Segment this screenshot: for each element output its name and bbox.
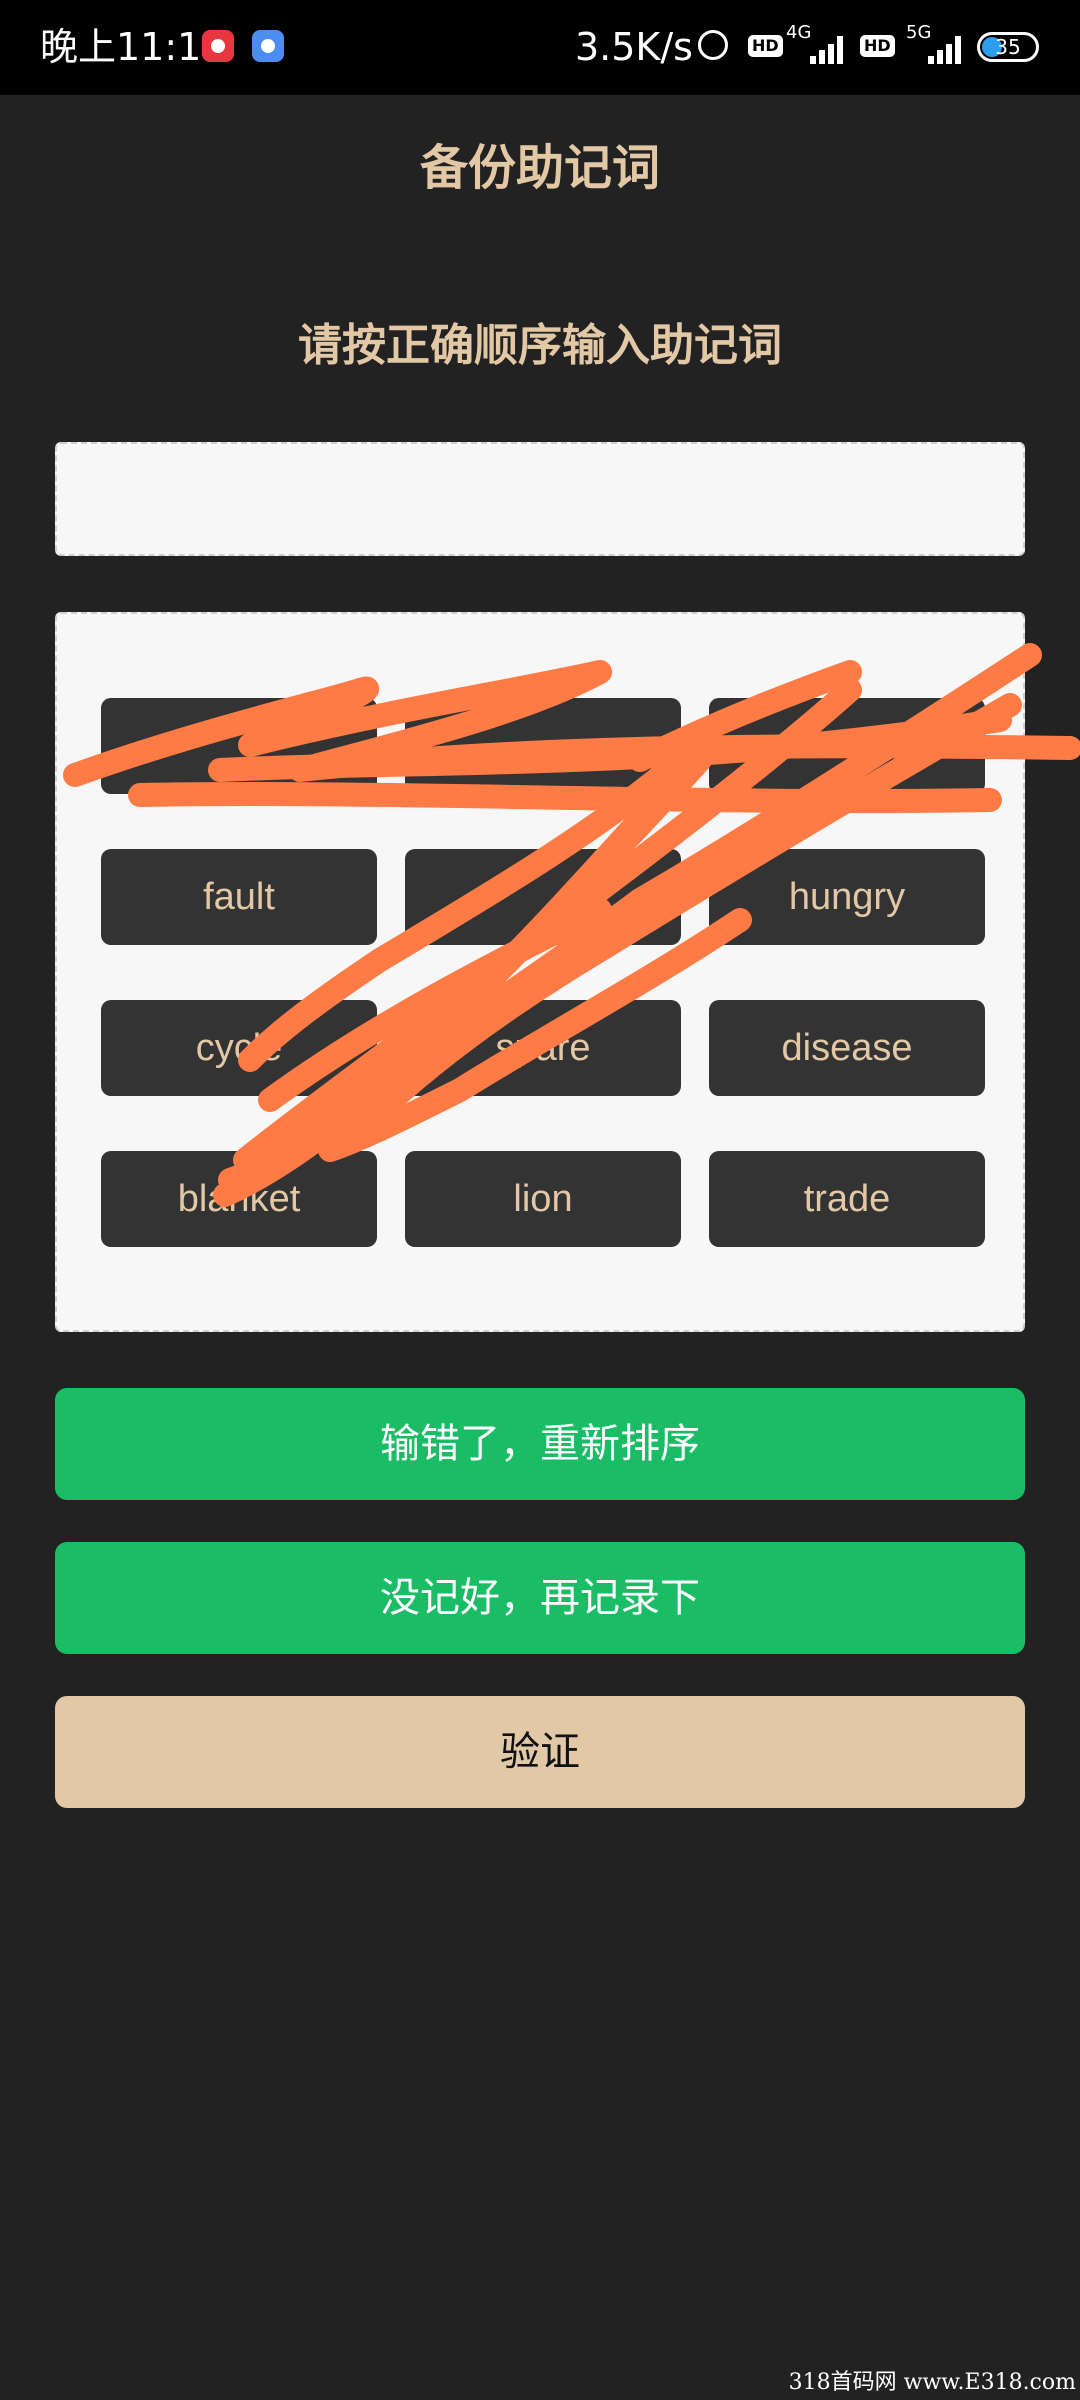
watermark-text: 318首码网 www.E318.com — [788, 2370, 1076, 2395]
battery-level: 35 — [995, 35, 1021, 59]
page-title: 备份助记词 — [419, 140, 660, 196]
word-selection-panel: fault hungry cycle spare disease blanket… — [55, 612, 1025, 1332]
word-chip-12[interactable]: trade — [709, 1151, 985, 1247]
word-chip-8[interactable]: spare — [405, 1000, 681, 1096]
status-time: 晚上11:17 — [40, 25, 226, 69]
hd-badge-2: HD — [860, 35, 895, 57]
word-chip-4[interactable]: fault — [101, 849, 377, 945]
status-bar: 晚上11:17 3.5K/s HD 4G HD 5G 35 — [0, 0, 1080, 95]
word-chip-6[interactable]: hungry — [709, 849, 985, 945]
word-chip-7[interactable]: cycle — [101, 1000, 377, 1096]
battery-icon: 35 — [977, 32, 1039, 62]
hd-badge: HD — [748, 35, 783, 57]
mnemonic-input-area[interactable] — [55, 442, 1025, 556]
network-speed: 3.5K/s — [575, 25, 693, 69]
rerecord-button[interactable]: 没记好，再记录下 — [55, 1542, 1025, 1654]
app-notification-icon — [202, 30, 234, 62]
instruction-text: 请按正确顺序输入助记词 — [298, 320, 782, 371]
word-chip-11[interactable]: lion — [405, 1151, 681, 1247]
alarm-icon — [698, 30, 728, 60]
verify-button[interactable]: 验证 — [55, 1696, 1025, 1808]
word-chip-1[interactable] — [101, 698, 377, 794]
reorder-button[interactable]: 输错了，重新排序 — [55, 1388, 1025, 1500]
app-notification-icon-2 — [252, 30, 284, 62]
word-chip-9[interactable]: disease — [709, 1000, 985, 1096]
word-chip-3[interactable] — [709, 698, 985, 794]
word-chip-10[interactable]: blanket — [101, 1151, 377, 1247]
word-chip-5[interactable] — [405, 849, 681, 945]
signal-icon-2 — [918, 34, 966, 64]
word-chip-2[interactable] — [405, 698, 681, 794]
word-grid: fault hungry cycle spare disease blanket… — [101, 698, 985, 1247]
signal-icon — [800, 34, 848, 64]
